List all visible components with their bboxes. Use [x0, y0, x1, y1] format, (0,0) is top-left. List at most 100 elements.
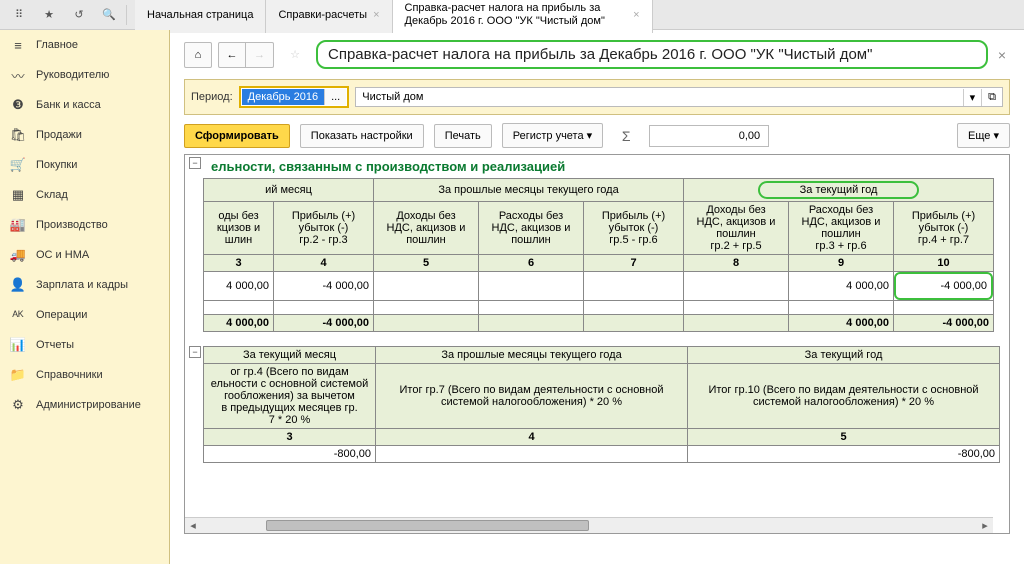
period-label: Период: — [191, 91, 233, 103]
sum-field[interactable]: 0,00 — [649, 125, 769, 147]
fav-icon[interactable]: ☆ — [280, 43, 310, 67]
cell — [376, 446, 688, 463]
cell — [584, 272, 684, 301]
sidebar-item-prod[interactable]: 🏭Производство — [0, 210, 169, 240]
gear-icon: ⚙ — [10, 397, 26, 413]
num: 4 — [376, 429, 688, 446]
tab-start[interactable]: Начальная страница — [135, 0, 266, 33]
table-row: -800,00 -800,00 — [204, 446, 1000, 463]
cell: 4 000,00 — [789, 315, 894, 332]
tab-reports[interactable]: Справки-расчеты× — [266, 0, 392, 33]
num: 10 — [894, 255, 994, 272]
sidebar-item-bank[interactable]: ❸Банк и касса — [0, 90, 169, 120]
apps-icon[interactable]: ⠿ — [4, 3, 34, 27]
form-button[interactable]: Сформировать — [184, 124, 290, 148]
truck-icon: 🚚 — [10, 247, 26, 263]
hdr-month: За текущий месяц — [204, 347, 376, 364]
print-button[interactable]: Печать — [434, 124, 492, 148]
close-icon[interactable]: × — [373, 9, 379, 21]
col: ог гр.4 (Всего по видам ельности с основ… — [204, 364, 376, 429]
sidebar-item-stock[interactable]: ▦Склад — [0, 180, 169, 210]
settings-button[interactable]: Показать настройки — [300, 124, 424, 148]
col5: Прибыль (+) убыток (-) гр.5 - гр.6 — [584, 202, 684, 255]
col: Итог гр.10 (Всего по видам деятельности … — [688, 364, 1000, 429]
col6: Доходы без НДС, акцизов и пошлин гр.2 + … — [684, 202, 789, 255]
sidebar-item-assets[interactable]: 🚚ОС и НМА — [0, 240, 169, 270]
grid-icon: ▦ — [10, 187, 26, 203]
num: 9 — [789, 255, 894, 272]
ellipsis-button[interactable]: ... — [324, 89, 346, 105]
cell-highlight: -4 000,00 — [894, 272, 994, 301]
cell — [684, 272, 789, 301]
home-button[interactable]: ⌂ — [184, 42, 212, 68]
report-table-1: ий месяц За прошлые месяцы текущего года… — [203, 178, 994, 332]
collapse-button[interactable]: − — [189, 346, 201, 358]
cell: -4 000,00 — [274, 272, 374, 301]
cell: -4 000,00 — [894, 315, 994, 332]
sidebar-item-ops[interactable]: ᴬᴷОперации — [0, 300, 169, 330]
history-icon[interactable]: ↺ — [64, 3, 94, 27]
col1: оды без кцизов и шлин — [204, 202, 274, 255]
sidebar-item-manager[interactable]: 〰Руководителю — [0, 60, 169, 90]
close-icon[interactable]: × — [633, 9, 639, 21]
action-row: Сформировать Показать настройки Печать Р… — [184, 123, 1010, 148]
sidebar-item-main[interactable]: ≡Главное — [0, 30, 169, 60]
sidebar-item-buy[interactable]: 🛒Покупки — [0, 150, 169, 180]
hdr-prev: За прошлые месяцы текущего года — [374, 179, 684, 202]
cell — [479, 315, 584, 332]
cell — [374, 272, 479, 301]
search-icon[interactable]: 🔍 — [94, 3, 124, 27]
scrollbar-thumb[interactable] — [266, 520, 589, 531]
period-value: Декабрь 2016 — [242, 89, 324, 105]
register-button[interactable]: Регистр учета ▾ — [502, 123, 603, 148]
sidebar-item-sales[interactable]: 🛍Продажи — [0, 120, 169, 150]
cell: 4 000,00 — [789, 272, 894, 301]
num: 4 — [274, 255, 374, 272]
org-select[interactable]: ▾ ⧉ — [355, 87, 1003, 107]
period-input[interactable]: Декабрь 2016 ... — [239, 86, 350, 108]
header-row: ⌂ ←→ ☆ Справка-расчет налога на прибыль … — [184, 40, 1010, 69]
arrow-left-icon[interactable]: ◂ — [185, 518, 201, 533]
cell — [374, 315, 479, 332]
folder-icon: 📁 — [10, 367, 26, 383]
arrow-right-icon[interactable]: ▸ — [977, 518, 993, 533]
forward-button[interactable]: → — [246, 42, 274, 68]
coin-icon: ❸ — [10, 97, 26, 113]
total-row: 4 000,00 -4 000,00 4 000,00 -4 000,00 — [204, 315, 994, 332]
factory-icon: 🏭 — [10, 217, 26, 233]
report-area[interactable]: − ельности, связанным с производством и … — [184, 154, 1010, 534]
sidebar-item-dir[interactable]: 📁Справочники — [0, 360, 169, 390]
tab-current[interactable]: Справка-расчет налога на прибыль за Дека… — [393, 0, 653, 33]
menu-icon: ≡ — [10, 37, 26, 53]
more-button[interactable]: Еще ▾ — [957, 123, 1010, 148]
col2: Прибыль (+) убыток (-) гр.2 - гр.3 — [274, 202, 374, 255]
col: Итог гр.7 (Всего по видам деятельности с… — [376, 364, 688, 429]
chevron-down-icon[interactable]: ▾ — [963, 89, 982, 106]
ops-icon: ᴬᴷ — [10, 307, 26, 323]
back-button[interactable]: ← — [218, 42, 246, 68]
hdr-year: За текущий год — [688, 347, 1000, 364]
barchart-icon: 📊 — [10, 337, 26, 353]
sidebar-item-reports[interactable]: 📊Отчеты — [0, 330, 169, 360]
expand-icon[interactable]: ⧉ — [981, 89, 1002, 106]
cell — [479, 272, 584, 301]
close-button[interactable]: × — [994, 47, 1010, 63]
page-title: Справка-расчет налога на прибыль за Дека… — [316, 40, 988, 69]
org-input[interactable] — [356, 88, 962, 106]
sidebar-item-salary[interactable]: 👤Зарплата и кадры — [0, 270, 169, 300]
hdr-year: За текущий год — [684, 179, 994, 202]
cell: -800,00 — [688, 446, 1000, 463]
sidebar-item-admin[interactable]: ⚙Администрирование — [0, 390, 169, 420]
sidebar: ≡Главное 〰Руководителю ❸Банк и касса 🛍Пр… — [0, 30, 170, 564]
num: 6 — [479, 255, 584, 272]
col4: Расходы без НДС, акцизов и пошлин — [479, 202, 584, 255]
scrollbar-horizontal[interactable]: ◂ ▸ — [185, 517, 993, 533]
hdr-prev: За прошлые месяцы текущего года — [376, 347, 688, 364]
star-icon[interactable]: ★ — [34, 3, 64, 27]
num: 5 — [374, 255, 479, 272]
collapse-button[interactable]: − — [189, 157, 201, 169]
param-row: Период: Декабрь 2016 ... ▾ ⧉ — [184, 79, 1010, 115]
col8: Прибыль (+) убыток (-) гр.4 + гр.7 — [894, 202, 994, 255]
num: 8 — [684, 255, 789, 272]
cell: -800,00 — [204, 446, 376, 463]
